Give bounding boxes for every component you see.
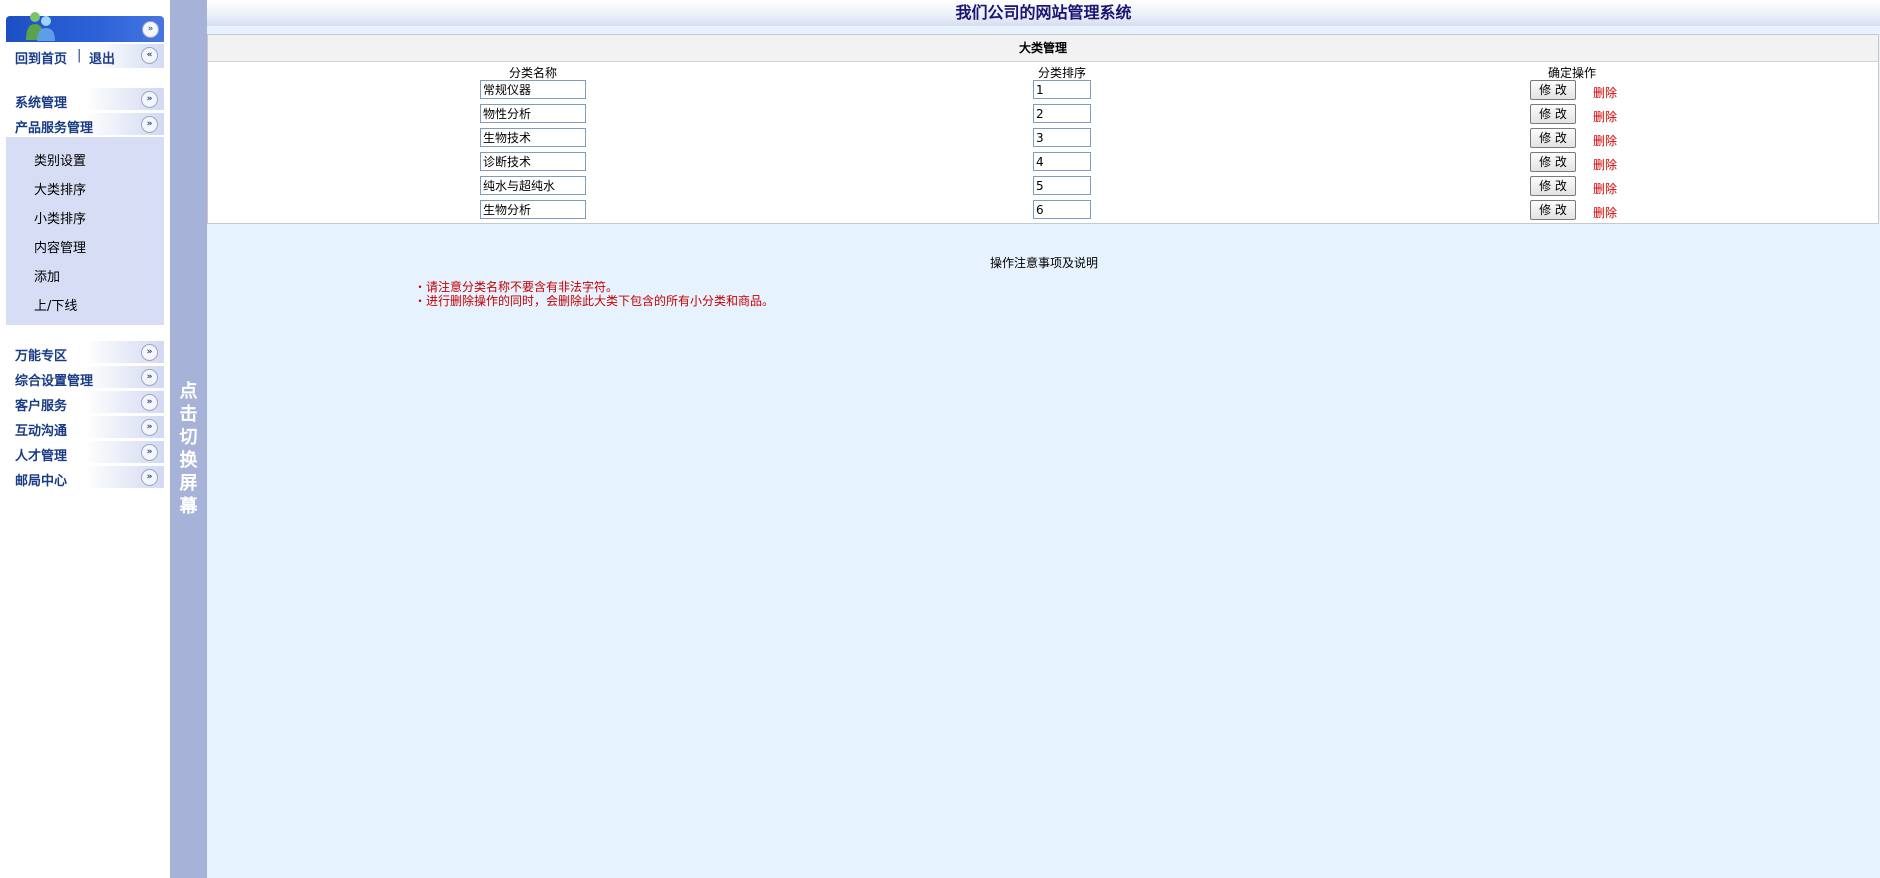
category-order-input[interactable] bbox=[1033, 176, 1091, 195]
chevron-down-icon[interactable]: » bbox=[141, 394, 158, 411]
category-order-input[interactable] bbox=[1033, 152, 1091, 171]
category-name-input[interactable] bbox=[480, 152, 586, 171]
menu-label: 互动沟通 bbox=[15, 424, 68, 439]
chevron-down-icon[interactable]: » bbox=[141, 344, 158, 361]
delete-link[interactable]: 删除 bbox=[1593, 108, 1617, 125]
users-logo-icon bbox=[26, 12, 55, 41]
column-header-order: 分类排序 bbox=[1038, 66, 1087, 80]
menu-label: 万能专区 bbox=[15, 349, 68, 364]
product-service-submenu: 类别设置 大类排序 小类排序 内容管理 添加 上/下线 bbox=[6, 137, 164, 325]
chevron-down-icon[interactable]: » bbox=[141, 444, 158, 461]
submenu-item-content-management[interactable]: 内容管理 bbox=[34, 237, 86, 256]
category-name-input[interactable] bbox=[480, 80, 586, 99]
submenu-item-sub-category-order[interactable]: 小类排序 bbox=[34, 208, 86, 227]
category-name-input[interactable] bbox=[480, 176, 586, 195]
submenu-item-add[interactable]: 添加 bbox=[34, 266, 60, 285]
chevron-down-icon[interactable]: » bbox=[141, 116, 158, 133]
modify-button[interactable]: 修 改 bbox=[1530, 128, 1576, 148]
column-header-action: 确定操作 bbox=[1548, 66, 1597, 80]
category-name-input[interactable] bbox=[480, 104, 586, 123]
sidebar-links: 回到首页 | 退出 « bbox=[6, 44, 164, 68]
menu-mail-center[interactable]: 邮局中心 » bbox=[6, 466, 164, 489]
home-link[interactable]: 回到首页 bbox=[15, 48, 67, 67]
table-row: 修 改 删除 bbox=[208, 176, 1878, 200]
collapse-all-icon[interactable]: » bbox=[142, 21, 159, 38]
modify-button[interactable]: 修 改 bbox=[1530, 80, 1576, 100]
delete-link[interactable]: 删除 bbox=[1593, 180, 1617, 197]
menu-customer-service[interactable]: 客户服务 » bbox=[6, 391, 164, 414]
collapse-sidebar-icon[interactable]: « bbox=[141, 47, 158, 64]
category-order-input[interactable] bbox=[1033, 200, 1091, 219]
submenu-item-online-offline[interactable]: 上/下线 bbox=[34, 295, 77, 314]
toggle-char: 切 bbox=[179, 427, 198, 448]
delete-link[interactable]: 删除 bbox=[1593, 156, 1617, 173]
table-row: 修 改 删除 bbox=[208, 104, 1878, 128]
menu-label: 人才管理 bbox=[15, 449, 68, 464]
toggle-char: 换 bbox=[179, 450, 198, 471]
modify-button[interactable]: 修 改 bbox=[1530, 176, 1576, 196]
main-content: 我们公司的网站管理系统 大类管理 分类名称 分类排序 确定操作 修 改 删除 修… bbox=[207, 0, 1880, 878]
submenu-item-category-settings[interactable]: 类别设置 bbox=[34, 150, 86, 169]
table-row: 修 改 删除 bbox=[208, 128, 1878, 152]
modify-button[interactable]: 修 改 bbox=[1530, 104, 1576, 124]
menu-general-settings[interactable]: 综合设置管理 » bbox=[6, 366, 164, 389]
menu-label: 综合设置管理 bbox=[15, 374, 94, 389]
toggle-char: 击 bbox=[179, 404, 198, 425]
chevron-down-icon[interactable]: » bbox=[141, 469, 158, 486]
delete-link[interactable]: 删除 bbox=[1593, 84, 1617, 101]
category-table-panel: 大类管理 分类名称 分类排序 确定操作 修 改 删除 修 改 删除 修 改 删除… bbox=[207, 34, 1879, 224]
notes-title: 操作注意事项及说明 bbox=[990, 256, 1099, 270]
category-order-input[interactable] bbox=[1033, 104, 1091, 123]
sidebar: » 回到首页 | 退出 « 系统管理 » 产品服务管理 » 类别设置 大类排序 … bbox=[0, 0, 170, 878]
menu-label: 客户服务 bbox=[15, 399, 68, 414]
table-row: 修 改 删除 bbox=[208, 80, 1878, 104]
sidebar-header: » bbox=[6, 12, 164, 42]
menu-product-service[interactable]: 产品服务管理 » bbox=[6, 113, 164, 136]
page-header: 我们公司的网站管理系统 bbox=[207, 0, 1880, 26]
modify-button[interactable]: 修 改 bbox=[1530, 200, 1576, 220]
toggle-char: 幕 bbox=[179, 496, 198, 517]
menu-interaction[interactable]: 互动沟通 » bbox=[6, 416, 164, 439]
menu-talent-management[interactable]: 人才管理 » bbox=[6, 441, 164, 464]
link-separator: | bbox=[77, 48, 82, 63]
category-order-input[interactable] bbox=[1033, 128, 1091, 147]
chevron-down-icon[interactable]: » bbox=[141, 369, 158, 386]
modify-button[interactable]: 修 改 bbox=[1530, 152, 1576, 172]
toggle-screen-label: 点 击 切 换 屏 幕 bbox=[170, 380, 207, 518]
toggle-char: 点 bbox=[179, 381, 198, 402]
category-name-input[interactable] bbox=[480, 128, 586, 147]
chevron-down-icon[interactable]: » bbox=[141, 91, 158, 108]
menu-label: 系统管理 bbox=[15, 96, 68, 111]
table-row: 修 改 删除 bbox=[208, 152, 1878, 176]
delete-link[interactable]: 删除 bbox=[1593, 132, 1617, 149]
logout-link[interactable]: 退出 bbox=[89, 48, 115, 67]
menu-label: 产品服务管理 bbox=[15, 121, 94, 136]
page-title: 我们公司的网站管理系统 bbox=[955, 3, 1132, 22]
table-row: 修 改 删除 bbox=[208, 200, 1878, 224]
menu-system[interactable]: 系统管理 » bbox=[6, 88, 164, 111]
panel-title: 大类管理 bbox=[208, 35, 1878, 62]
category-name-input[interactable] bbox=[480, 200, 586, 219]
toggle-screen-bar[interactable]: 点 击 切 换 屏 幕 bbox=[170, 0, 207, 878]
category-order-input[interactable] bbox=[1033, 80, 1091, 99]
menu-label: 邮局中心 bbox=[15, 474, 68, 489]
column-header-name: 分类名称 bbox=[509, 66, 558, 80]
toggle-char: 屏 bbox=[179, 473, 198, 494]
note-line: ・进行删除操作的同时，会删除此大类下包含的所有小分类和商品。 bbox=[414, 294, 775, 308]
chevron-down-icon[interactable]: » bbox=[141, 419, 158, 436]
menu-universal-zone[interactable]: 万能专区 » bbox=[6, 341, 164, 364]
delete-link[interactable]: 删除 bbox=[1593, 204, 1617, 221]
submenu-item-main-category-order[interactable]: 大类排序 bbox=[34, 179, 86, 198]
